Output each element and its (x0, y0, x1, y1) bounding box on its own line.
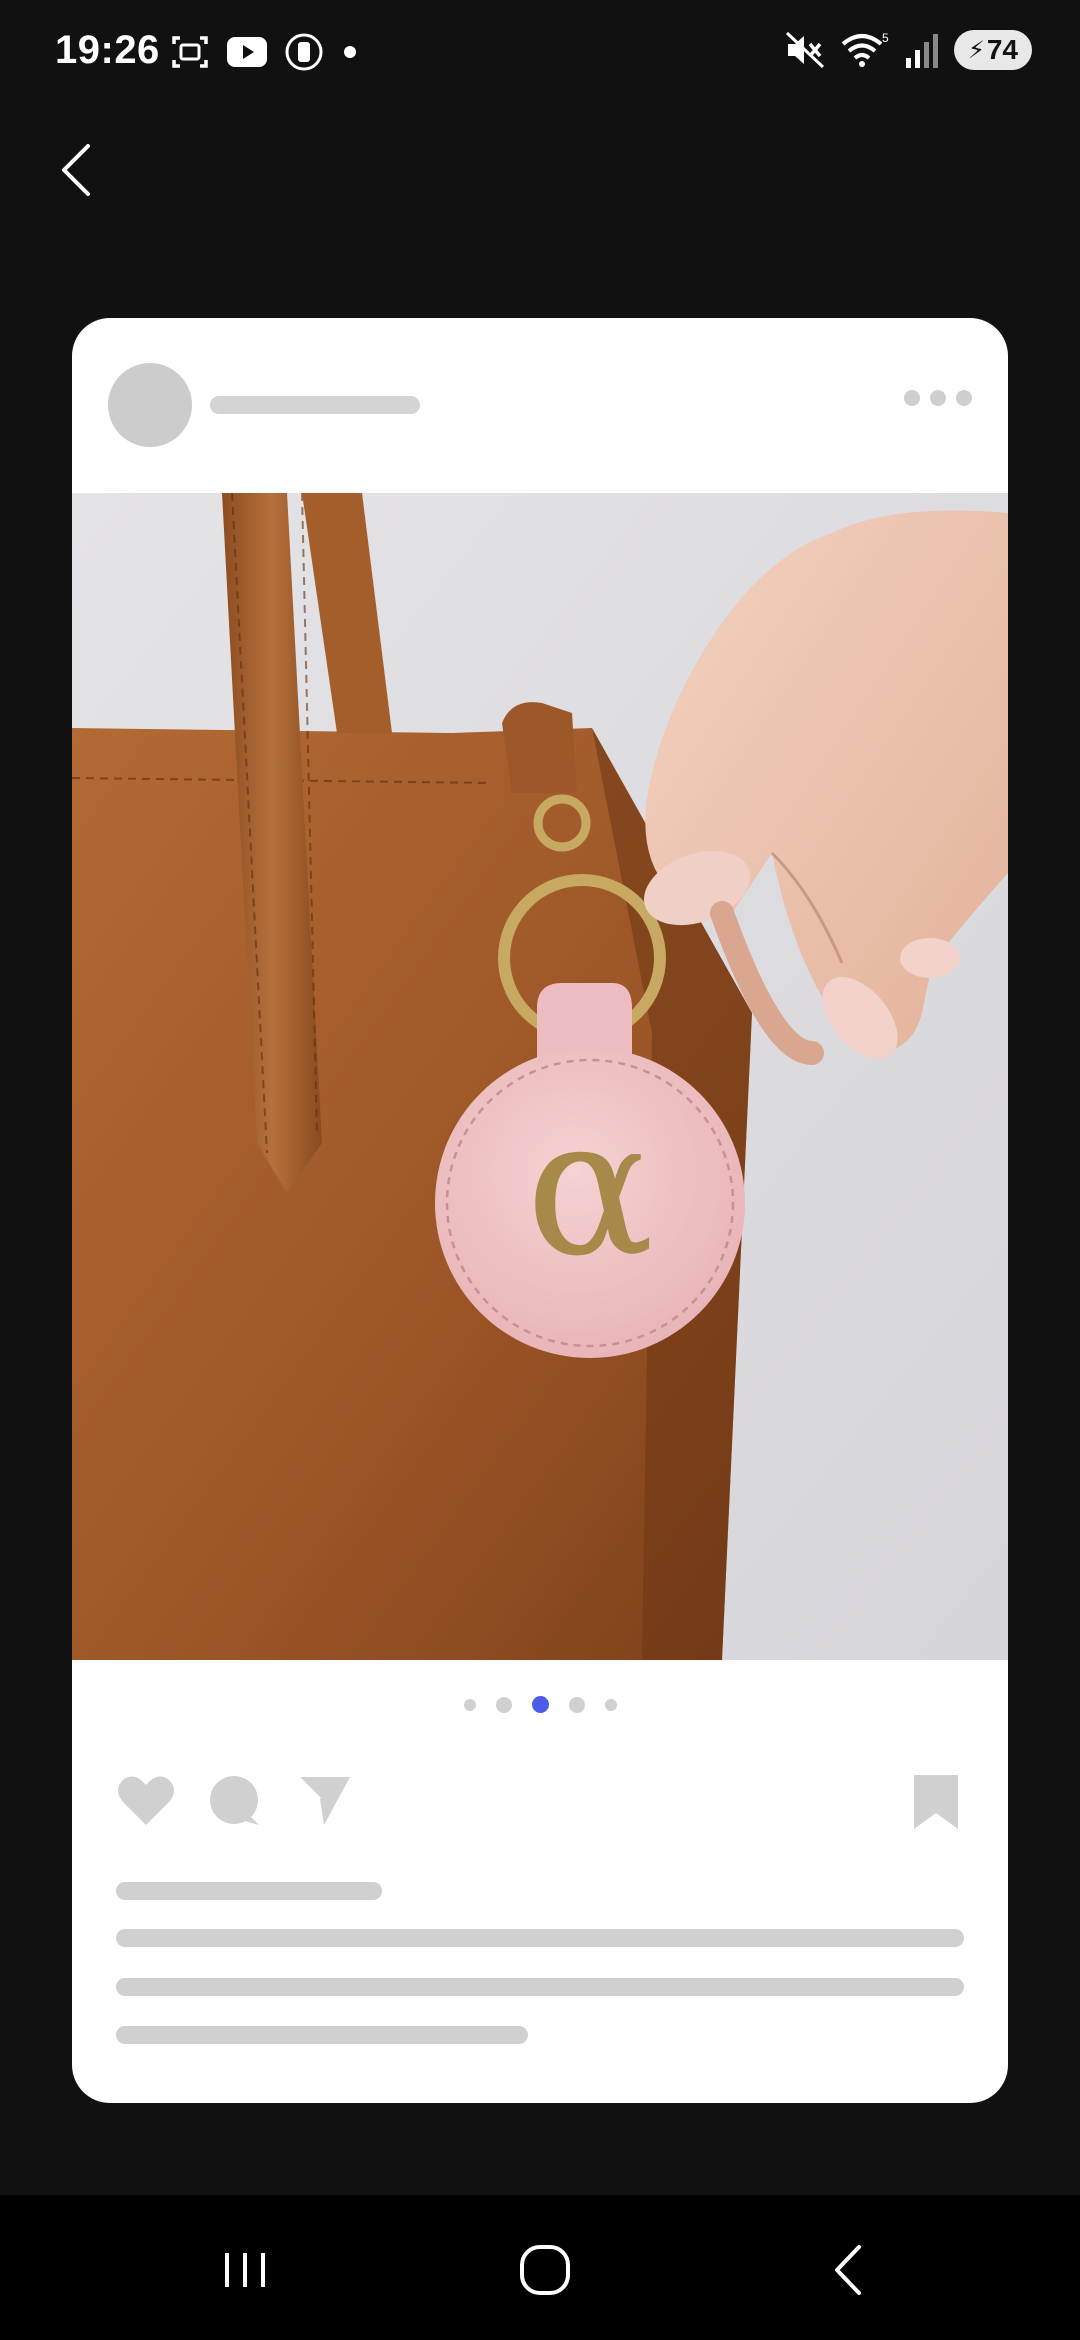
likes-placeholder (116, 1882, 382, 1900)
carousel-dot-active[interactable] (531, 1696, 549, 1713)
caption-placeholder-line (116, 2026, 528, 2044)
battery-icon: ⚡ 74 (954, 30, 1032, 70)
carousel-dot[interactable] (495, 1696, 512, 1713)
post-card: α (72, 318, 1008, 2103)
home-icon[interactable] (510, 2235, 580, 2305)
avatar-placeholder[interactable] (108, 363, 192, 447)
keychain-photo: α (72, 493, 1008, 1660)
post-image[interactable]: α (72, 493, 1008, 1660)
more-dot-icon (930, 390, 946, 406)
wifi-icon: 5 (841, 31, 889, 67)
more-dot-icon (904, 390, 920, 406)
bookmark-icon[interactable] (910, 1773, 962, 1833)
caption-placeholder-line (116, 1929, 964, 1947)
screenshot-icon (172, 36, 208, 68)
caption-placeholder-line (116, 1978, 964, 1996)
signal-icon (906, 34, 938, 68)
more-dot-icon (956, 390, 972, 406)
mute-icon (785, 31, 825, 69)
status-icons-left (170, 32, 360, 72)
comment-icon[interactable] (207, 1773, 263, 1829)
status-time: 19:26 (55, 28, 160, 72)
carousel-dot[interactable] (604, 1698, 617, 1711)
carousel-dot[interactable] (463, 1698, 476, 1711)
post-actions (72, 1773, 1008, 1843)
battery-level: 74 (986, 34, 1018, 65)
post-header (72, 318, 1008, 493)
more-options-button[interactable] (904, 390, 972, 406)
monogram-text: α (526, 1077, 654, 1298)
username-placeholder[interactable] (210, 396, 420, 414)
chevron-left-icon (62, 144, 90, 196)
carousel-indicator (72, 1696, 1008, 1713)
status-bar: 19:26 5 ⚡ 74 (0, 0, 1080, 105)
status-icons-right: 5 ⚡ 74 (784, 30, 1032, 70)
back-icon[interactable] (815, 2235, 885, 2305)
notification-dot-icon (344, 46, 356, 58)
heart-icon[interactable] (116, 1773, 176, 1829)
youtube-icon (227, 37, 267, 67)
svg-text:5: 5 (882, 31, 889, 45)
recents-icon[interactable] (210, 2235, 280, 2305)
watch-icon (285, 33, 323, 71)
back-button[interactable] (50, 140, 110, 200)
carousel-dot[interactable] (568, 1696, 585, 1713)
share-icon[interactable] (294, 1773, 354, 1829)
navigation-bar (0, 2195, 1080, 2340)
